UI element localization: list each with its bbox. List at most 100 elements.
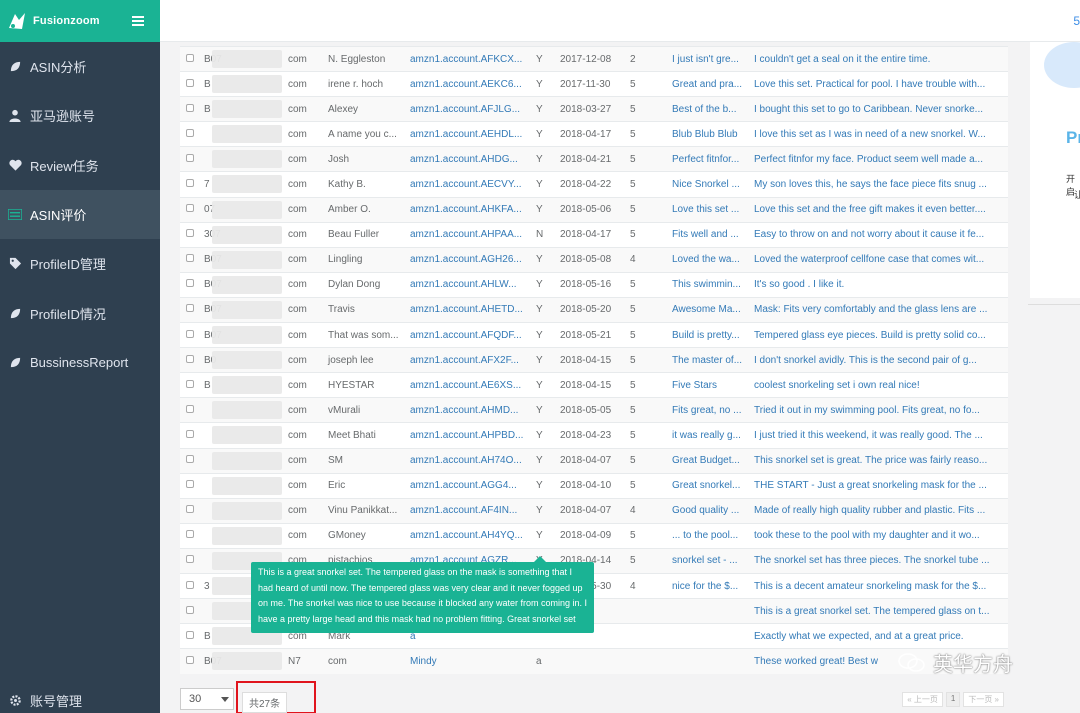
title-cell[interactable]: Fits well and ... <box>668 221 750 248</box>
title-cell[interactable]: nice for the $... <box>668 572 750 599</box>
prev-page-button[interactable]: « 上一页 <box>902 692 943 707</box>
account-cell[interactable]: amzn1.account.AGH26... <box>406 246 532 273</box>
account-cell[interactable]: amzn1.account.AHPBD... <box>406 422 532 448</box>
row-checkbox[interactable] <box>180 472 200 499</box>
sidebar-item-4[interactable]: ProfileID管理 <box>0 239 160 288</box>
body-cell[interactable]: Tried it out in my swimming pool. Fits g… <box>750 397 1008 423</box>
body-cell[interactable]: I love this set as I was in need of a ne… <box>750 121 1008 147</box>
next-page-button[interactable]: 下一页 » <box>963 692 1004 707</box>
row-checkbox[interactable] <box>180 623 200 649</box>
row-checkbox[interactable] <box>180 447 200 474</box>
row-checkbox[interactable] <box>180 271 200 298</box>
title-cell[interactable]: Great Budget... <box>668 447 750 474</box>
account-cell[interactable]: amzn1.account.AGG4... <box>406 472 532 499</box>
row-checkbox[interactable] <box>180 547 200 574</box>
row-checkbox[interactable] <box>180 45 200 72</box>
title-cell[interactable]: Best of the b... <box>668 96 750 122</box>
row-checkbox[interactable] <box>180 572 200 599</box>
body-cell[interactable]: took these to the pool with my daughter … <box>750 522 1008 549</box>
row-checkbox[interactable] <box>180 196 200 223</box>
body-cell[interactable]: My son loves this, he says the face piec… <box>750 171 1008 198</box>
account-cell[interactable]: amzn1.account.AFKCX... <box>406 45 532 72</box>
body-cell[interactable]: Tempered glass eye pieces. Build is pret… <box>750 322 1008 348</box>
account-cell[interactable]: amzn1.account.AE6XS... <box>406 372 532 398</box>
sidebar-item-1[interactable]: 亚马逊账号 <box>0 91 160 140</box>
account-cell[interactable]: amzn1.account.AEKC6... <box>406 71 532 97</box>
title-cell[interactable]: Awesome Ma... <box>668 296 750 323</box>
page-size-select[interactable]: 30 <box>180 688 234 710</box>
body-cell[interactable]: I don't snorkel avidly. This is the seco… <box>750 347 1008 373</box>
body-cell[interactable]: THE START - Just a great snorkeling mask… <box>750 472 1008 499</box>
body-cell[interactable]: This is a decent amateur snorkeling mask… <box>750 572 1008 599</box>
sidebar-item-6[interactable]: BussinessReport <box>0 338 160 387</box>
account-cell[interactable]: amzn1.account.AFJLG... <box>406 96 532 122</box>
body-cell[interactable]: Exactly what we expected, and at a great… <box>750 623 1008 649</box>
row-checkbox[interactable] <box>180 372 200 398</box>
row-checkbox[interactable] <box>180 522 200 549</box>
title-cell[interactable]: Loved the wa... <box>668 246 750 273</box>
account-cell[interactable]: amzn1.account.AECVY... <box>406 171 532 198</box>
row-checkbox[interactable] <box>180 221 200 248</box>
title-cell[interactable]: snorkel set - ... <box>668 547 750 574</box>
account-cell[interactable]: amzn1.account.AHMD... <box>406 397 532 423</box>
title-cell[interactable]: This swimmin... <box>668 271 750 298</box>
body-cell[interactable]: This is a great snorkel set. The tempere… <box>750 598 1008 624</box>
row-checkbox[interactable] <box>180 171 200 198</box>
sidebar-item-3[interactable]: ASIN评价 <box>0 189 160 240</box>
title-cell[interactable]: Great snorkel... <box>668 472 750 499</box>
title-cell[interactable]: it was really g... <box>668 422 750 448</box>
row-checkbox[interactable] <box>180 246 200 273</box>
row-checkbox[interactable] <box>180 598 200 624</box>
title-cell[interactable]: Great and pra... <box>668 71 750 97</box>
title-cell[interactable]: Love this set ... <box>668 196 750 223</box>
account-cell[interactable]: amzn1.account.AHETD... <box>406 296 532 323</box>
row-checkbox[interactable] <box>180 96 200 122</box>
title-cell[interactable]: Blub Blub Blub <box>668 121 750 147</box>
title-cell[interactable] <box>668 623 750 649</box>
account-cell[interactable]: amzn1.account.AEHDL... <box>406 121 532 147</box>
title-cell[interactable]: I just isn't gre... <box>668 45 750 72</box>
title-cell[interactable]: Fits great, no ... <box>668 397 750 423</box>
menu-toggle-icon[interactable] <box>132 16 144 26</box>
account-cell[interactable]: amzn1.account.AHPAA... <box>406 221 532 248</box>
body-cell[interactable]: Easy to throw on and not worry about it … <box>750 221 1008 248</box>
title-cell[interactable]: ... to the pool... <box>668 522 750 549</box>
body-cell[interactable]: I just tried it this weekend, it was rea… <box>750 422 1008 448</box>
page-1-button[interactable]: 1 <box>945 692 961 707</box>
body-cell[interactable]: Love this set and the free gift makes it… <box>750 196 1008 223</box>
body-cell[interactable]: Love this set. Practical for pool. I hav… <box>750 71 1008 97</box>
sidebar-item-account-management[interactable]: 账号管理 <box>0 687 160 713</box>
row-checkbox[interactable] <box>180 497 200 524</box>
body-cell[interactable]: This snorkel set is great. The price was… <box>750 447 1008 474</box>
row-checkbox[interactable] <box>180 347 200 373</box>
row-checkbox[interactable] <box>180 146 200 172</box>
account-cell[interactable]: amzn1.account.AHDG... <box>406 146 532 172</box>
account-cell[interactable]: amzn1.account.AFQDF... <box>406 322 532 348</box>
row-checkbox[interactable] <box>180 71 200 97</box>
row-checkbox[interactable] <box>180 422 200 448</box>
title-cell[interactable] <box>668 598 750 624</box>
account-cell[interactable]: amzn1.account.AHLW... <box>406 271 532 298</box>
body-cell[interactable]: Loved the waterproof cellfone case that … <box>750 246 1008 273</box>
row-checkbox[interactable] <box>180 397 200 423</box>
sidebar-item-2[interactable]: Review任务 <box>0 141 160 190</box>
account-cell[interactable]: amzn1.account.AF4IN... <box>406 497 532 524</box>
account-cell[interactable]: amzn1.account.AH4YQ... <box>406 522 532 549</box>
title-cell[interactable]: Nice Snorkel ... <box>668 171 750 198</box>
row-checkbox[interactable] <box>180 648 200 674</box>
row-checkbox[interactable] <box>180 296 200 323</box>
title-cell[interactable]: Five Stars <box>668 372 750 398</box>
sidebar-item-5[interactable]: ProfileID情况 <box>0 288 160 337</box>
row-checkbox[interactable] <box>180 121 200 147</box>
account-cell[interactable]: amzn1.account.AH74O... <box>406 447 532 474</box>
row-checkbox[interactable] <box>180 322 200 348</box>
body-cell[interactable]: I bought this set to go to Caribbean. Ne… <box>750 96 1008 122</box>
body-cell[interactable]: The snorkel set has three pieces. The sn… <box>750 547 1008 574</box>
sidebar-item-0[interactable]: ASIN分析 <box>0 42 160 91</box>
title-cell[interactable]: Build is pretty... <box>668 322 750 348</box>
title-cell[interactable] <box>668 648 750 674</box>
body-cell[interactable]: Mask: Fits very comfortably and the glas… <box>750 296 1008 323</box>
body-cell[interactable]: I couldn't get a seal on it the entire t… <box>750 45 1008 72</box>
body-cell[interactable]: It's so good . I like it. <box>750 271 1008 298</box>
account-cell[interactable]: Mindy <box>406 648 532 674</box>
